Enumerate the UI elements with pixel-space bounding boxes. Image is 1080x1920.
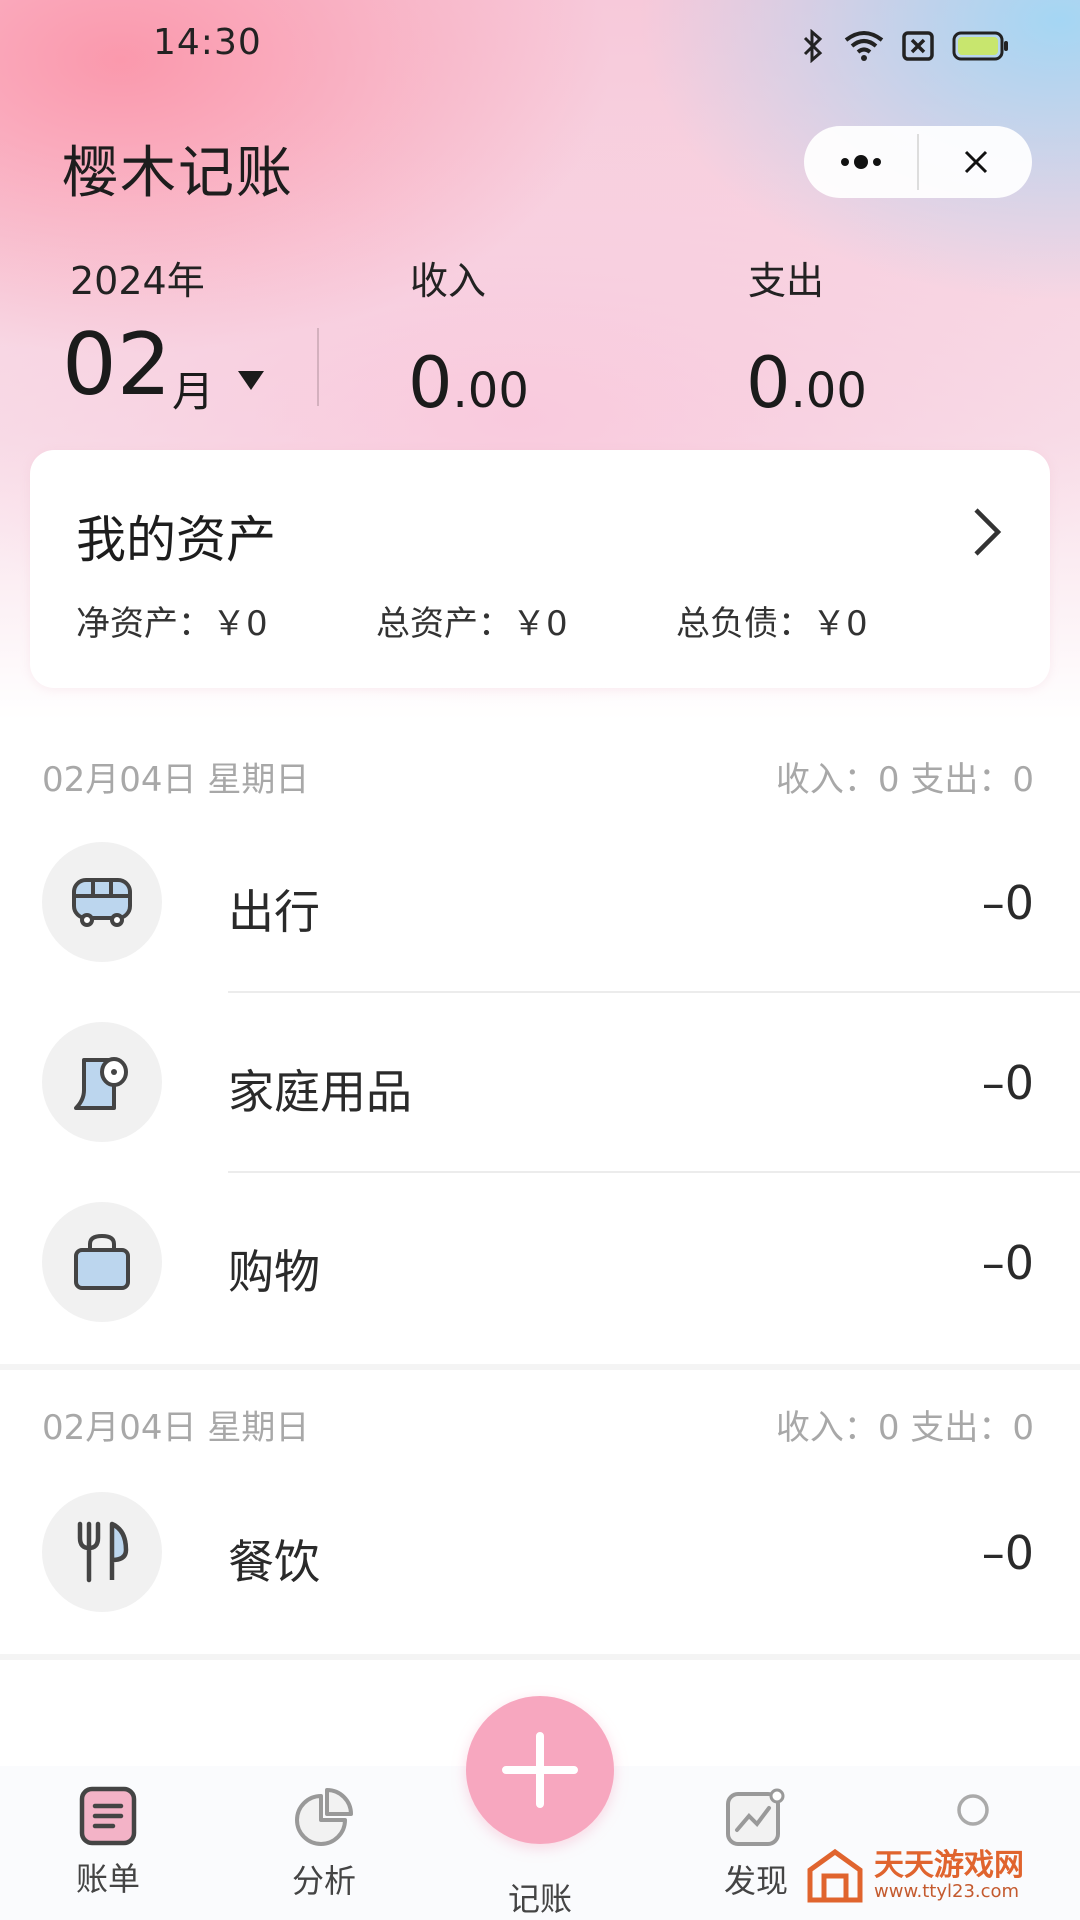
shopping-bag-icon — [74, 1233, 130, 1290]
app-title: 樱木记账 — [62, 141, 294, 206]
my-assets-title: 我的资产 — [76, 511, 276, 569]
income-decimal: .00 — [452, 363, 529, 419]
day-header-date: 02月04日 星期日 — [42, 1408, 310, 1448]
category-icon-bubble — [42, 1022, 162, 1142]
nav-label: 账单 — [75, 1860, 140, 1898]
add-record-button[interactable] — [466, 1696, 614, 1844]
month-selector[interactable]: 02 — [62, 322, 171, 408]
row-divider — [228, 1171, 1080, 1173]
category-icon-bubble — [42, 1202, 162, 1322]
list-item[interactable] — [0, 1022, 1080, 1142]
expense-decimal: .00 — [790, 363, 867, 419]
expense-value: 0.00 — [746, 342, 867, 424]
nav-profile-partial[interactable] — [955, 1792, 991, 1832]
wifi-icon — [844, 31, 884, 61]
toilet-paper-icon — [74, 1057, 128, 1110]
bus-icon — [72, 878, 132, 927]
chevron-right-icon[interactable] — [970, 506, 1004, 558]
row-divider — [228, 991, 1080, 993]
day-summary: 收入：0 支出：0 — [775, 1408, 1034, 1448]
expense-integer: 0 — [746, 342, 791, 424]
profile-icon — [957, 1794, 989, 1826]
watermark-url: www.ttyl23.com — [874, 1880, 1020, 1902]
group-separator — [0, 1654, 1080, 1660]
plus-icon — [502, 1732, 578, 1808]
dropdown-triangle-icon[interactable] — [236, 368, 266, 392]
cutlery-icon — [77, 1521, 129, 1583]
group-separator — [0, 1364, 1080, 1370]
category-label: 出行 — [228, 885, 320, 939]
total-liabilities: 总负债：￥0 — [676, 604, 868, 644]
trend-chart-icon — [726, 1788, 785, 1846]
nav-bills[interactable]: 账单 — [48, 1786, 168, 1900]
list-item[interactable] — [0, 1202, 1080, 1322]
nav-label: 记账 — [507, 1880, 572, 1918]
category-amount: –0 — [981, 1526, 1034, 1580]
nav-label: 发现 — [723, 1862, 788, 1900]
pie-chart-icon — [295, 1788, 353, 1846]
bluetooth-icon — [803, 29, 823, 63]
category-amount: –0 — [981, 876, 1034, 930]
status-time: 14:30 — [153, 22, 262, 63]
category-label: 家庭用品 — [228, 1065, 412, 1119]
year-label: 2024年 — [70, 259, 205, 303]
bill-list-icon — [79, 1786, 137, 1846]
list-item[interactable] — [0, 1492, 1080, 1612]
no-sim-icon — [902, 31, 934, 61]
month-unit: 月 — [172, 367, 215, 416]
list-item[interactable] — [0, 842, 1080, 962]
nav-record[interactable]: 记账 — [480, 1866, 600, 1920]
category-amount: –0 — [981, 1056, 1034, 1110]
nav-label: 分析 — [291, 1862, 356, 1900]
day-header-date: 02月04日 星期日 — [42, 760, 310, 800]
status-icons — [800, 22, 1010, 70]
category-icon-bubble — [42, 842, 162, 962]
nav-analysis[interactable]: 分析 — [264, 1786, 384, 1902]
total-assets: 总资产：￥0 — [376, 604, 568, 644]
battery-icon — [952, 31, 1008, 61]
income-label: 收入 — [410, 259, 487, 303]
category-icon-bubble — [42, 1492, 162, 1612]
category-label: 购物 — [228, 1245, 320, 1299]
income-integer: 0 — [408, 342, 453, 424]
house-logo-icon — [807, 1848, 863, 1903]
watermark-text: 天天游戏网 www.ttyl23.com — [874, 1847, 1024, 1902]
net-assets: 净资产：￥0 — [76, 604, 268, 644]
close-icon — [964, 150, 987, 174]
header-divider — [317, 328, 319, 406]
more-button[interactable] — [804, 126, 917, 198]
more-dots-icon — [840, 155, 881, 169]
expense-label: 支出 — [748, 259, 825, 303]
nav-discover[interactable]: 发现 — [696, 1786, 816, 1902]
close-button[interactable] — [919, 126, 1032, 198]
watermark-title: 天天游戏网 — [874, 1847, 1024, 1883]
category-amount: –0 — [981, 1236, 1034, 1290]
watermark: 天天游戏网 www.ttyl23.com — [806, 1848, 1024, 1904]
income-value: 0.00 — [408, 342, 529, 424]
mini-program-capsule — [804, 126, 1032, 198]
category-label: 餐饮 — [228, 1535, 320, 1589]
day-summary: 收入：0 支出：0 — [775, 760, 1034, 800]
